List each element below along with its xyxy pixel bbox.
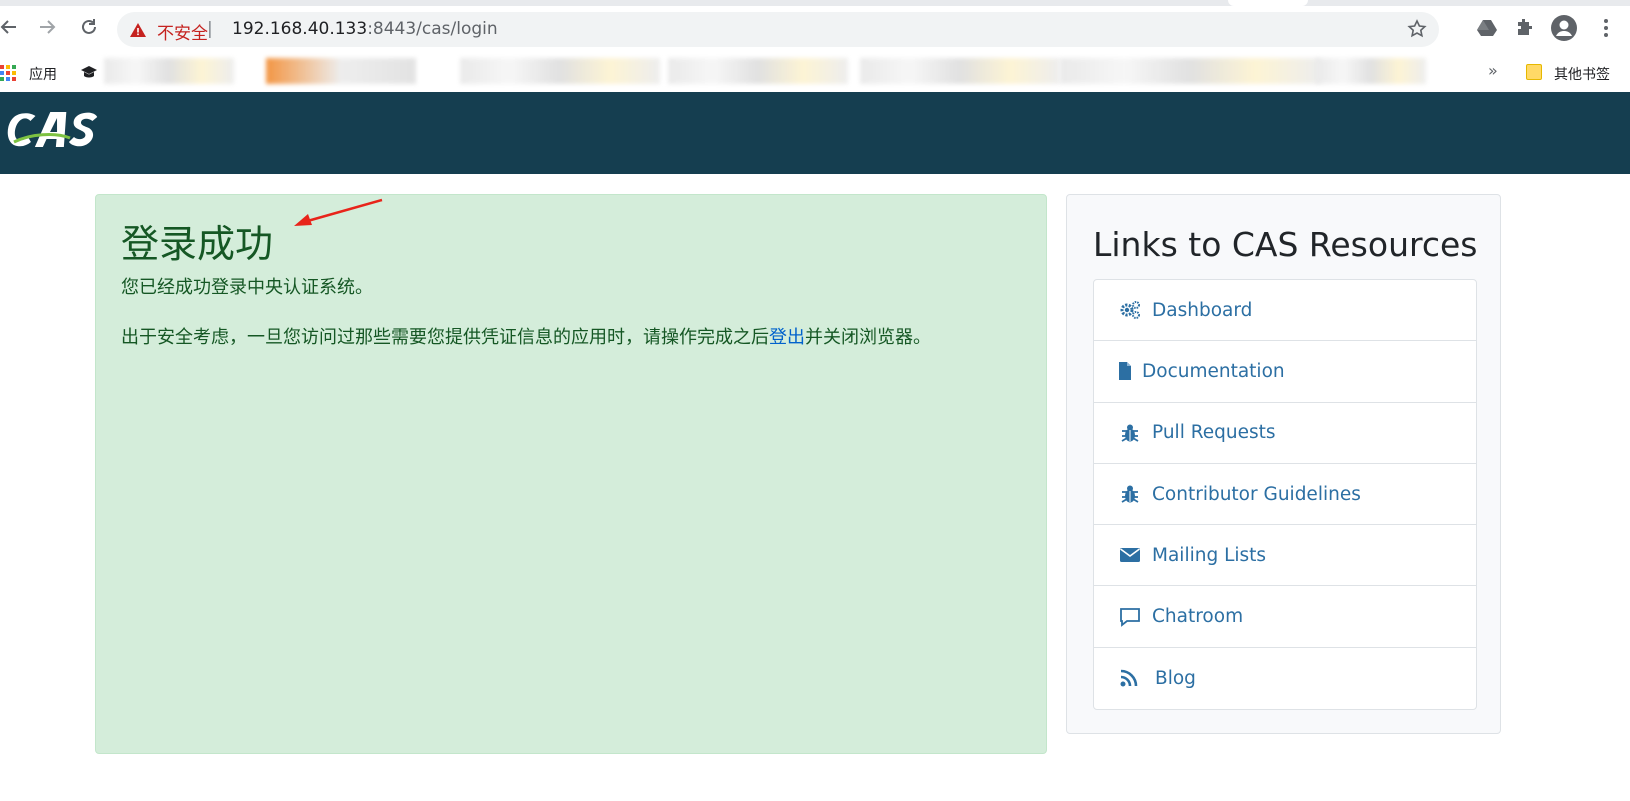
bug-icon — [1118, 483, 1142, 505]
resource-label: Documentation — [1142, 360, 1285, 382]
resource-link-blog[interactable]: Blog — [1094, 648, 1476, 709]
resource-label: Pull Requests — [1152, 422, 1276, 444]
forward-arrow-icon — [40, 20, 56, 34]
resource-label: Chatroom — [1152, 606, 1244, 628]
bookmarks-overflow[interactable]: » — [1488, 61, 1498, 80]
annotation-arrow-icon — [294, 198, 383, 226]
blurred-bookmark[interactable] — [1060, 58, 1320, 84]
cogs-icon — [1118, 299, 1142, 321]
bookmarks-bar: 应用 » 其他书签 — [0, 56, 1630, 92]
url-host: 192.168.40.133 — [232, 19, 368, 39]
tab-gap — [1228, 0, 1308, 6]
address-bar[interactable]: 不安全 | 192.168.40.133:8443/cas/login — [117, 12, 1439, 47]
cas-header — [0, 92, 1630, 174]
logout-link[interactable]: 登出 — [769, 327, 805, 348]
profile-avatar-icon[interactable] — [1550, 14, 1578, 42]
menu-kebab-icon[interactable] — [1594, 16, 1618, 40]
browser-toolbar: 不安全 | 192.168.40.133:8443/cas/login — [0, 0, 1630, 56]
folder-icon[interactable] — [1526, 64, 1542, 80]
back-arrow-icon — [0, 20, 16, 34]
blurred-bookmark[interactable] — [460, 58, 660, 84]
other-bookmarks[interactable]: 其他书签 — [1554, 64, 1610, 84]
warning-text-before: 出于安全考虑，一旦您访问过那些需要您提供凭证信息的应用时，请操作完成之后 — [121, 327, 769, 348]
blurred-bookmark[interactable] — [860, 58, 1060, 84]
bug-icon — [1118, 422, 1142, 444]
blurred-bookmark[interactable] — [104, 58, 234, 84]
resource-link-pull-requests[interactable]: Pull Requests — [1094, 403, 1476, 464]
resource-label: Mailing Lists — [1152, 544, 1267, 566]
tab-strip — [0, 0, 1630, 6]
security-label[interactable]: 不安全 — [157, 19, 208, 44]
success-message: 您已经成功登录中央认证系统。 — [121, 277, 373, 298]
reload-icon — [82, 19, 96, 34]
resource-link-documentation[interactable]: Documentation — [1094, 341, 1476, 403]
blurred-bookmark[interactable] — [1316, 58, 1426, 84]
page-title: 登录成功 — [121, 222, 274, 266]
login-success-panel: 登录成功 您已经成功登录中央认证系统。 出于安全考虑，一旦您访问过那些需要您提供… — [95, 194, 1047, 754]
url-text[interactable]: 192.168.40.133:8443/cas/login — [232, 19, 498, 39]
resource-label: Blog — [1155, 667, 1196, 689]
url-path: :8443/cas/login — [367, 19, 498, 39]
url-separator: | — [207, 19, 213, 39]
extensions-icon[interactable] — [1513, 16, 1537, 40]
resource-label: Contributor Guidelines — [1152, 483, 1361, 505]
blurred-bookmark[interactable] — [266, 58, 416, 84]
apps-bookmark[interactable]: 应用 — [29, 64, 57, 84]
back-button[interactable] — [0, 14, 22, 40]
bookmark-star-icon[interactable] — [1407, 19, 1427, 39]
envelope-icon — [1118, 544, 1142, 566]
resource-link-mailing-lists[interactable]: Mailing Lists — [1094, 525, 1476, 587]
reload-button[interactable] — [76, 14, 102, 40]
resource-link-dashboard[interactable]: Dashboard — [1094, 280, 1476, 342]
graduation-cap-icon[interactable] — [80, 64, 98, 80]
forward-button[interactable] — [34, 14, 60, 40]
resources-list: Dashboard Documentation Pull Requests Co… — [1093, 279, 1477, 711]
apps-grid-icon[interactable] — [0, 65, 16, 81]
warning-text-after: 并关闭浏览器。 — [805, 327, 931, 348]
cas-logo[interactable] — [0, 104, 110, 159]
security-warning: 出于安全考虑，一旦您访问过那些需要您提供凭证信息的应用时，请操作完成之后登出并关… — [121, 323, 931, 349]
drive-icon[interactable] — [1475, 16, 1499, 40]
resource-link-chatroom[interactable]: Chatroom — [1094, 586, 1476, 648]
resource-link-contributor-guidelines[interactable]: Contributor Guidelines — [1094, 464, 1476, 526]
blurred-bookmark[interactable] — [668, 58, 848, 84]
rss-icon — [1118, 667, 1142, 689]
resources-title: Links to CAS Resources — [1093, 225, 1478, 264]
resources-panel: Links to CAS Resources Dashboard Documen… — [1066, 194, 1501, 734]
resource-label: Dashboard — [1152, 299, 1253, 321]
file-icon — [1118, 360, 1132, 382]
comment-icon — [1118, 606, 1142, 628]
warning-icon — [130, 23, 146, 37]
